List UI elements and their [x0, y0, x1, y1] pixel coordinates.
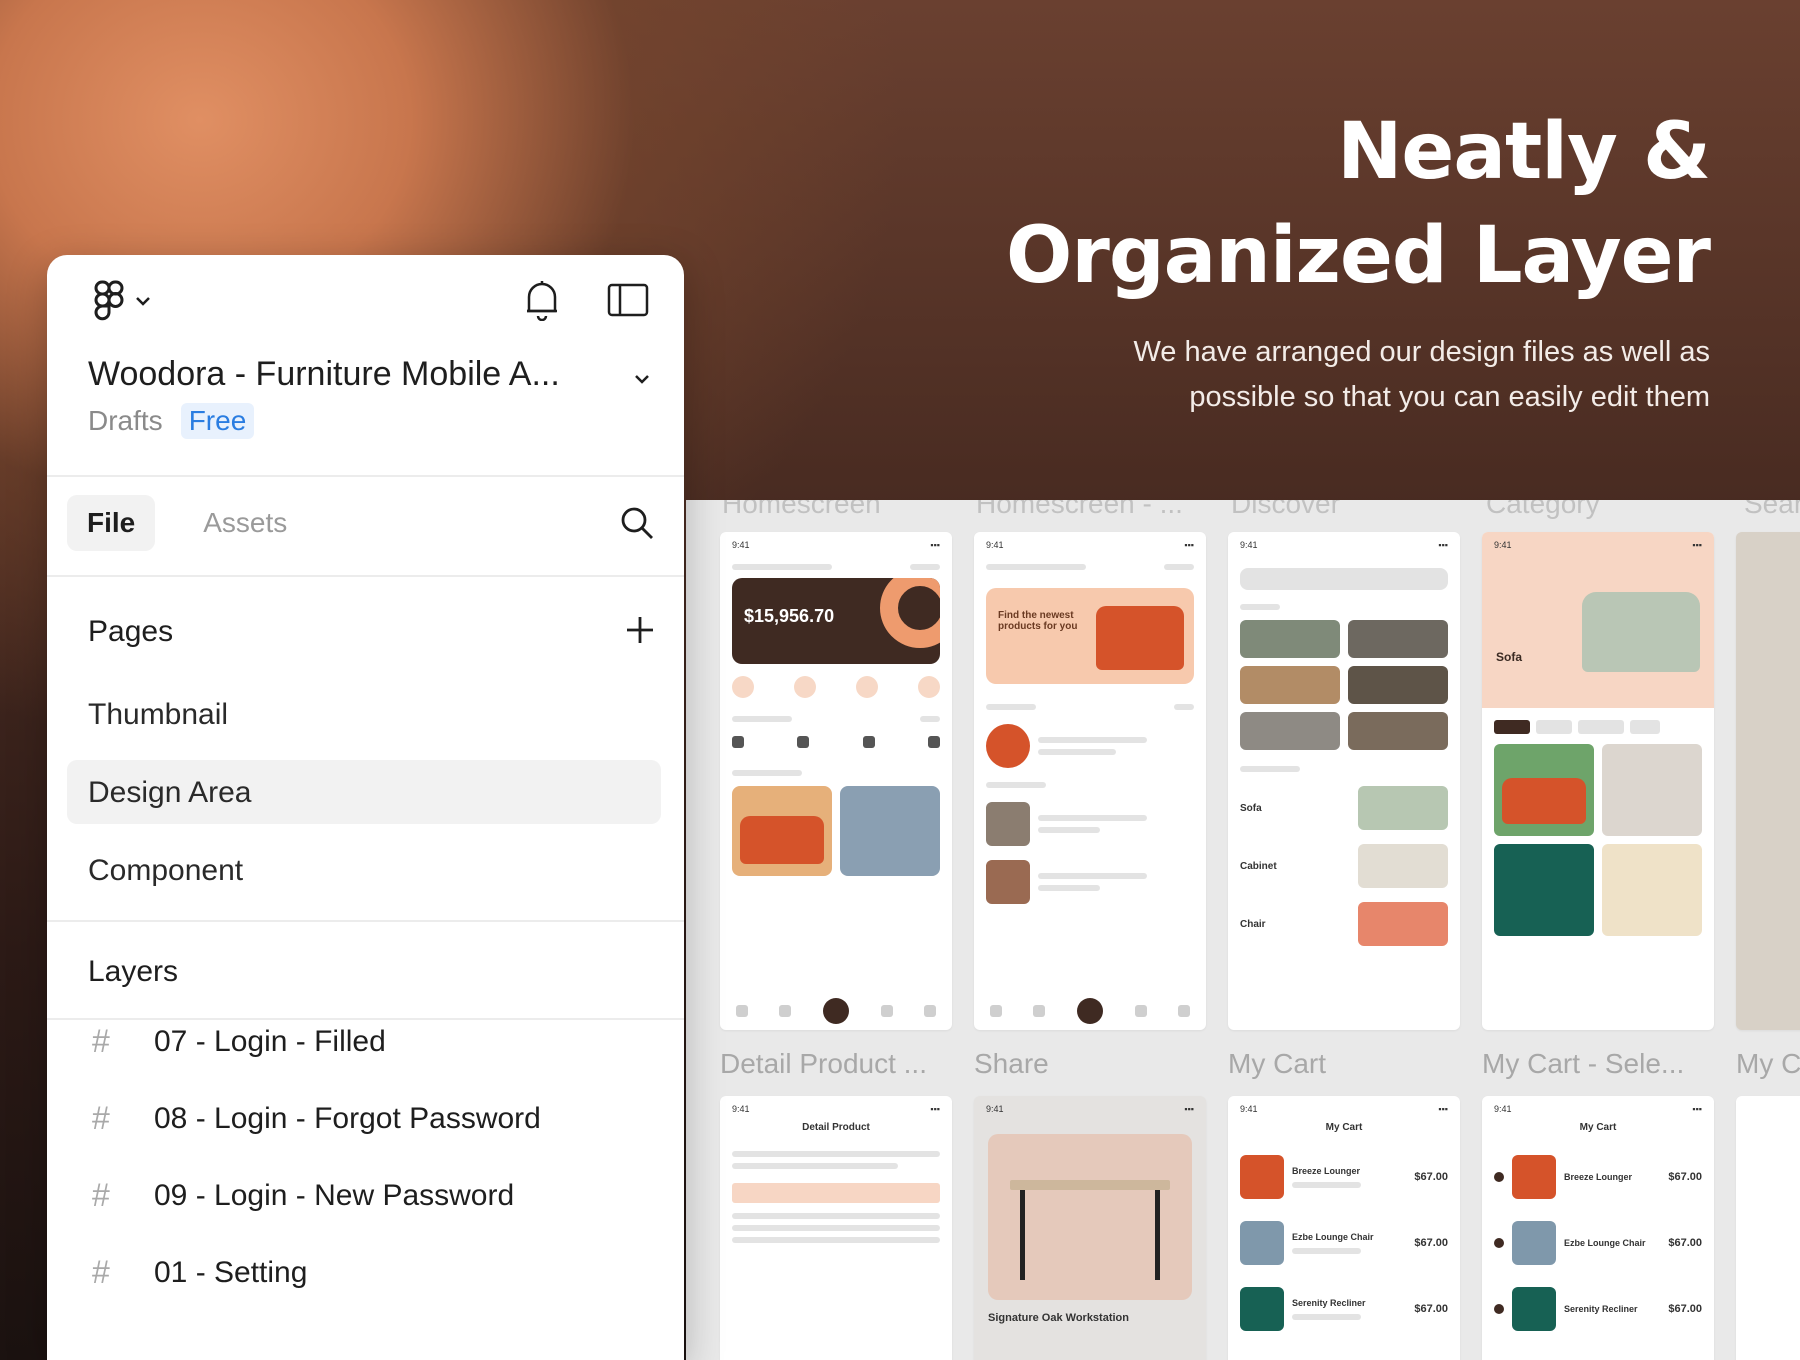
cart-item-name: Breeze Lounger [1292, 1166, 1361, 1176]
frame-label[interactable]: Discover [1231, 500, 1340, 520]
layers-heading: Layers [88, 955, 179, 988]
cart-item-price: $67.00 [1414, 1237, 1448, 1249]
chevron-down-icon [136, 297, 150, 306]
frame-homescreen[interactable]: 9:41 ▪▪▪ $15,956.70 [720, 532, 952, 1030]
frame-label[interactable]: Detail Product ... [720, 1048, 927, 1080]
page-item-component[interactable]: Component [67, 838, 661, 902]
cart-item-name: Ezbe Lounge Chair [1564, 1238, 1646, 1248]
notifications-button[interactable] [517, 275, 567, 325]
figma-menu-button[interactable] [87, 273, 157, 329]
frame-label[interactable]: My Cart [1228, 1048, 1326, 1080]
layers-panel: Woodora - Furniture Mobile A... Drafts Fr… [47, 255, 684, 1360]
detail-title: Detail Product [802, 1122, 870, 1133]
headline: Neatly & Organized Layer We have arrange… [950, 100, 1711, 420]
cart-item-name: Ezbe Lounge Chair [1292, 1232, 1374, 1242]
frame-hash-icon: # [92, 1100, 110, 1136]
cart-title: My Cart [1579, 1122, 1617, 1133]
layer-name: 01 - Setting [154, 1255, 308, 1289]
plus-icon [627, 617, 653, 643]
bell-icon [527, 281, 557, 321]
frame-label[interactable]: Homescreen - ... [976, 500, 1183, 520]
frame-label[interactable]: My C [1736, 1048, 1800, 1080]
tab-assets[interactable]: Assets [183, 495, 307, 551]
balance-amount: $15,956.70 [744, 606, 835, 626]
frame-search[interactable] [1736, 532, 1800, 1030]
frame-hash-icon: # [92, 1254, 110, 1290]
file-location[interactable]: Drafts [88, 405, 163, 436]
plan-badge: Free [180, 403, 255, 439]
cart-item-price: $67.00 [1668, 1171, 1702, 1183]
search-button[interactable] [613, 499, 661, 547]
design-canvas[interactable]: Homescreen Homescreen - ... Discover Cat… [686, 500, 1800, 1360]
layer-item[interactable]: #07 - Login - Filled [92, 1023, 386, 1060]
layer-name: 08 - Login - Forgot Password [154, 1101, 541, 1135]
layer-item[interactable]: #01 - Setting [92, 1254, 307, 1291]
cart-item-price: $67.00 [1668, 1237, 1702, 1249]
category-hero: 9:41 ▪▪▪ Sofa [1482, 532, 1714, 708]
promo-text: Find the newest products for you [998, 610, 1078, 632]
file-meta: Drafts Free [88, 403, 255, 439]
add-page-button[interactable] [617, 607, 663, 653]
frame-label[interactable]: Category [1486, 500, 1600, 520]
cart-item-name: Serenity Recliner [1564, 1304, 1638, 1314]
frame-label[interactable]: My Cart - Sele... [1482, 1048, 1684, 1080]
layer-item[interactable]: #08 - Login - Forgot Password [92, 1100, 541, 1137]
frame-my-cart-select[interactable]: 9:41 ▪▪▪ My Cart Breeze Lounger $67.00 Ezb… [1482, 1096, 1714, 1360]
frame-label[interactable]: Share [974, 1048, 1049, 1080]
cart-item-price: $67.00 [1414, 1303, 1448, 1315]
cart-item-name: Breeze Lounger [1564, 1172, 1633, 1182]
frame-share[interactable]: 9:41 ▪▪▪ Signature Oak Workstation [974, 1096, 1206, 1360]
frame-hash-icon: # [92, 1023, 110, 1059]
category-title: Sofa [1496, 650, 1523, 664]
frame-homescreen-variant[interactable]: 9:41 ▪▪▪ Find the newest products for you [974, 532, 1206, 1030]
category-label: Sofa [1240, 802, 1262, 814]
page-item-design-area[interactable]: Design Area [67, 760, 661, 824]
cart-title: My Cart [1325, 1122, 1363, 1133]
cart-item-name: Serenity Recliner [1292, 1298, 1366, 1308]
sidebar-toggle-button[interactable] [602, 275, 654, 325]
balance-card: $15,956.70 [732, 578, 940, 664]
frame-discover[interactable]: 9:41 ▪▪▪ Sofa Cabinet Chair [1228, 532, 1460, 1030]
promo-banner: Find the newest products for you [986, 588, 1194, 684]
tab-file[interactable]: File [67, 495, 156, 551]
layer-item[interactable]: #09 - Login - New Password [92, 1177, 514, 1214]
frame-hash-icon: # [92, 1177, 110, 1213]
cart-item-price: $67.00 [1668, 1303, 1702, 1315]
headline-line1: Neatly & [1337, 107, 1711, 197]
frame-label[interactable]: Homescreen [722, 500, 881, 520]
frame-label[interactable]: Sear [1744, 500, 1800, 520]
share-product-name: Signature Oak Workstation [988, 1312, 1129, 1324]
panel-tabs: File Assets [67, 495, 307, 551]
frame-my-cart[interactable]: 9:41 ▪▪▪ My Cart Breeze Lounger $67.00 Ezb… [1228, 1096, 1460, 1360]
headline-line2: Organized Layer [1006, 211, 1711, 301]
cart-item-price: $67.00 [1414, 1171, 1448, 1183]
pages-heading: Pages [88, 615, 174, 648]
page-item-thumbnail[interactable]: Thumbnail [67, 682, 661, 746]
layer-name: 07 - Login - Filled [154, 1024, 386, 1058]
sidebar-toggle-icon [607, 283, 649, 317]
headline-subtitle: We have arranged our design files as wel… [1133, 336, 1710, 413]
figma-logo-icon [94, 280, 124, 321]
frame-detail-product[interactable]: 9:41 ▪▪▪ Detail Product [720, 1096, 952, 1360]
category-label: Cabinet [1240, 860, 1277, 872]
file-title[interactable]: Woodora - Furniture Mobile A... [88, 355, 560, 394]
status-bar: 9:41 ▪▪▪ [732, 540, 940, 550]
frame-category[interactable]: 9:41 ▪▪▪ Sofa [1482, 532, 1714, 1030]
category-label: Chair [1240, 918, 1266, 930]
frame-my-cart-partial[interactable] [1736, 1096, 1800, 1360]
chevron-down-icon[interactable] [633, 373, 651, 385]
search-icon [621, 507, 653, 539]
layer-name: 09 - Login - New Password [154, 1178, 515, 1212]
